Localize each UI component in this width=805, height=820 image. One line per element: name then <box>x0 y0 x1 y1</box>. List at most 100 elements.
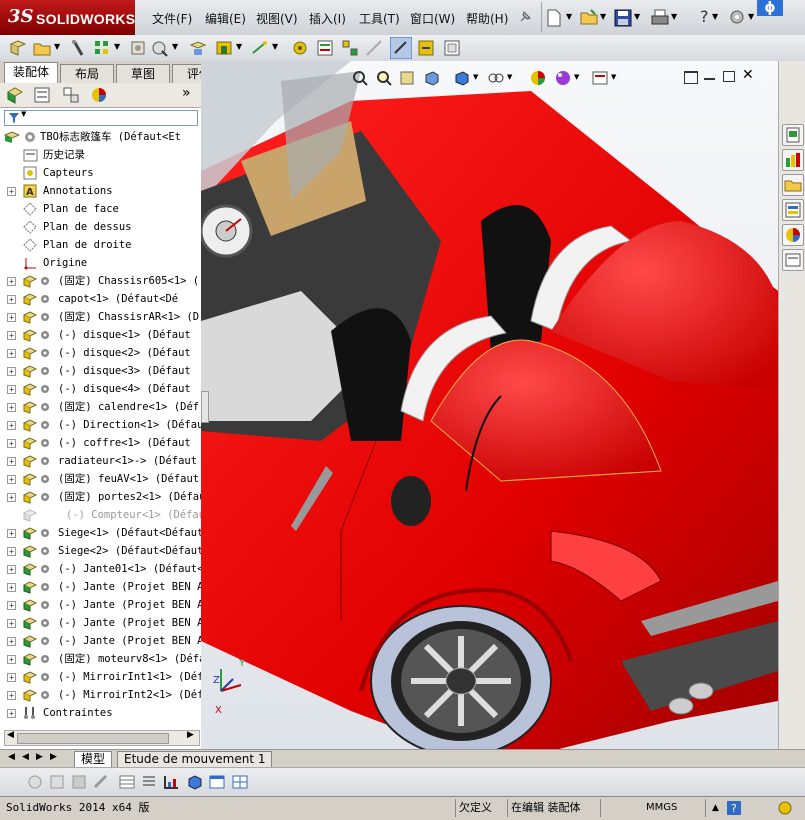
menu-file[interactable]: 文件(F) <box>152 10 192 27</box>
configuration-manager-icon[interactable] <box>62 86 80 104</box>
reference-dropdown-icon[interactable]: ▼ <box>272 42 278 51</box>
section-properties-icon[interactable] <box>70 773 88 791</box>
edit-appearance-icon[interactable] <box>554 69 572 87</box>
insert-dropdown-icon[interactable]: ▼ <box>54 42 60 51</box>
property-manager-icon[interactable] <box>33 86 51 104</box>
menu-view[interactable]: 视图(V) <box>256 10 298 27</box>
tree-item[interactable]: Plan de droite <box>0 236 201 254</box>
menu-insert[interactable]: 插入(I) <box>309 10 346 27</box>
expand-toggle-icon[interactable]: + <box>7 655 16 664</box>
tree-item[interactable]: + (-) disque<3> (Défaut <box>0 362 201 380</box>
view-orientation-icon[interactable] <box>453 69 471 87</box>
filter-icon[interactable] <box>8 112 20 124</box>
search-commands-icon[interactable]: ϕ <box>757 0 783 16</box>
expand-toggle-icon[interactable]: + <box>7 331 16 340</box>
list-view-icon[interactable] <box>140 773 158 791</box>
save-dropdown-icon[interactable]: ▼ <box>634 12 640 21</box>
window-layout-icon[interactable] <box>208 773 226 791</box>
print-icon[interactable] <box>651 9 669 27</box>
menu-tools[interactable]: 工具(T) <box>359 10 400 27</box>
tree-item[interactable]: + (固定) ChassisrAR<1> (D <box>0 308 201 326</box>
restore-window-icon[interactable] <box>684 71 698 84</box>
tab-layout[interactable]: 布局 <box>60 64 114 83</box>
close-window-icon[interactable]: ✕ <box>742 67 754 83</box>
help-icon[interactable]: ? <box>700 7 709 26</box>
tab-sketch[interactable]: 草图 <box>116 64 170 83</box>
zoom-to-area-icon[interactable] <box>375 69 393 87</box>
expand-toggle-icon[interactable]: + <box>7 367 16 376</box>
tree-item[interactable]: + (-) Direction<1> (Défaut <box>0 416 201 434</box>
expand-toggle-icon[interactable]: + <box>7 547 16 556</box>
menu-window[interactable]: 窗口(W) <box>410 10 455 27</box>
tree-horizontal-scrollbar[interactable]: ◀ ▶ <box>4 730 200 746</box>
clearance-verification-icon[interactable] <box>416 38 436 58</box>
tree-item[interactable]: + capot<1> (Défaut<Dé <box>0 290 201 308</box>
tree-item[interactable]: Plan de face <box>0 200 201 218</box>
expand-toggle-icon[interactable]: + <box>7 313 16 322</box>
tree-item[interactable]: Origine <box>0 254 201 272</box>
assembly-features-icon[interactable] <box>214 38 234 58</box>
move-component-icon[interactable] <box>150 38 170 58</box>
solidworks-logo[interactable]: 3S SOLIDWORKS <box>0 0 135 35</box>
expand-toggle-icon[interactable]: + <box>7 601 16 610</box>
reference-geometry-icon[interactable] <box>250 38 270 58</box>
feature-manager-icon[interactable] <box>6 86 24 104</box>
view-settings-icon[interactable] <box>591 69 609 87</box>
expand-toggle-icon[interactable]: + <box>7 673 16 682</box>
mate-icon[interactable] <box>68 38 88 58</box>
tree-item[interactable]: + (-) disque<2> (Défaut <box>0 344 201 362</box>
save-icon[interactable] <box>614 9 632 27</box>
show-hidden-icon[interactable] <box>188 38 208 58</box>
explode-line-sketch-icon[interactable] <box>364 38 384 58</box>
tree-item[interactable]: Capteurs <box>0 164 201 182</box>
new-motion-study-icon[interactable] <box>290 38 310 58</box>
tab-assembly[interactable]: 装配体 <box>4 62 58 84</box>
expand-toggle-icon[interactable]: + <box>7 403 16 412</box>
tree-item[interactable]: + (固定) Chassisr605<1> ( <box>0 272 201 290</box>
tree-item[interactable]: + (-) Jante (Projet BEN ALI) <box>0 578 201 596</box>
tile-windows-icon[interactable] <box>231 773 249 791</box>
tree-item[interactable]: + (-) Jante01<1> (Défaut<Dé <box>0 560 201 578</box>
expand-toggle-icon[interactable]: + <box>7 187 16 196</box>
pin-icon[interactable] <box>517 9 533 25</box>
tree-item[interactable]: + (-) disque<4> (Défaut <box>0 380 201 398</box>
display-style-icon[interactable] <box>487 69 505 87</box>
display-style-dropdown-icon[interactable]: ▼ <box>507 73 512 81</box>
expand-toggle-icon[interactable]: + <box>7 637 16 646</box>
tab-scroll-last-icon[interactable]: ▶ <box>50 752 57 762</box>
appearance-dropdown-icon[interactable]: ▼ <box>574 73 579 81</box>
mass-properties-icon[interactable] <box>48 773 66 791</box>
expand-toggle-icon[interactable]: + <box>7 475 16 484</box>
expand-panel-icon[interactable]: » <box>182 85 191 101</box>
expand-toggle-icon[interactable]: + <box>7 565 16 574</box>
filter-dropdown-icon[interactable]: ▼ <box>21 110 26 118</box>
smart-fasteners-icon[interactable] <box>128 38 148 58</box>
custom-properties-icon[interactable] <box>782 249 804 271</box>
menu-edit[interactable]: 编辑(E) <box>205 10 246 27</box>
grid-table-icon[interactable] <box>118 773 136 791</box>
units-dropdown-icon[interactable]: ▲ <box>712 800 719 816</box>
edit-component-icon[interactable] <box>8 38 28 58</box>
maximize-window-icon[interactable] <box>723 71 735 82</box>
expand-toggle-icon[interactable]: + <box>7 277 16 286</box>
graphics-viewport[interactable]: Y Z X ▼ ▼ ▼ ▼ ✕ <box>201 61 778 749</box>
rebuild-icon[interactable] <box>26 773 44 791</box>
expand-toggle-icon[interactable]: + <box>7 493 16 502</box>
panel-collapse-handle[interactable] <box>201 391 209 423</box>
tree-item[interactable]: + (-) MirroirInt2<1> (Défaut <box>0 686 201 704</box>
options-dropdown-icon[interactable]: ▼ <box>748 12 754 21</box>
open-folder-icon[interactable] <box>580 9 598 25</box>
tree-item[interactable]: + (固定) moteurv8<1> (Défaut <box>0 650 201 668</box>
tab-model[interactable]: 模型 <box>74 751 113 768</box>
tab-scroll-next-icon[interactable]: ▶ <box>36 752 43 762</box>
section-view-icon[interactable] <box>423 69 441 87</box>
bill-of-materials-icon[interactable] <box>315 38 335 58</box>
features-dropdown-icon[interactable]: ▼ <box>236 42 242 51</box>
linear-pattern-icon[interactable] <box>92 38 112 58</box>
instant3d-icon[interactable] <box>442 38 462 58</box>
exploded-view-icon[interactable] <box>340 38 360 58</box>
box-3d-icon[interactable] <box>186 773 204 791</box>
previous-view-icon[interactable] <box>399 69 417 87</box>
tree-item[interactable]: + Contraintes <box>0 704 201 722</box>
file-explorer-icon[interactable] <box>782 174 804 196</box>
